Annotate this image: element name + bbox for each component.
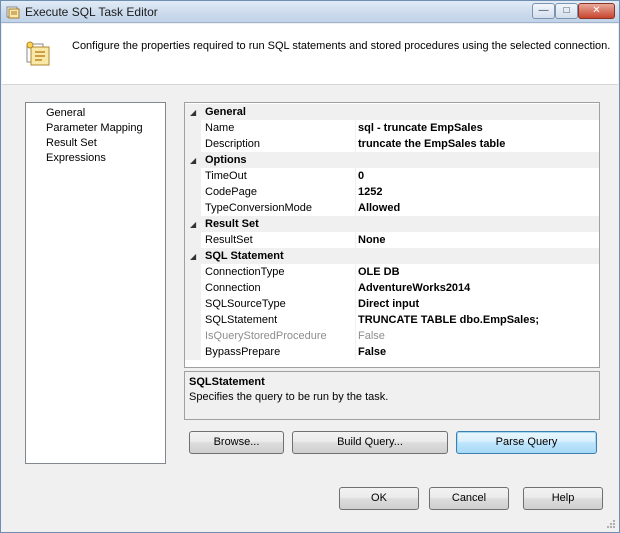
property-value[interactable]: OLE DB	[358, 266, 400, 278]
property-row-description[interactable]: Description truncate the EmpSales table	[185, 136, 599, 152]
property-name: BypassPrepare	[205, 346, 281, 358]
category-general[interactable]: ◢ General	[185, 104, 599, 120]
row-gutter	[185, 184, 201, 200]
row-gutter	[185, 296, 201, 312]
property-value: False	[358, 330, 385, 342]
property-name: ConnectionType	[205, 266, 285, 278]
property-value[interactable]: None	[358, 234, 386, 246]
nav-item-result-set[interactable]: Result Set	[46, 136, 97, 150]
property-name: SQLStatement	[205, 314, 278, 326]
sql-task-icon	[26, 41, 50, 66]
property-row-connectiontype[interactable]: ConnectionType OLE DB	[185, 264, 599, 280]
minimize-button[interactable]: —	[532, 3, 555, 19]
property-value[interactable]: TRUNCATE TABLE dbo.EmpSales;	[358, 314, 539, 326]
category-label: Options	[205, 154, 247, 166]
property-name: Description	[205, 138, 261, 150]
category-label: SQL Statement	[205, 250, 284, 262]
cancel-button[interactable]: Cancel	[429, 487, 509, 510]
property-name: SQLSourceType	[205, 298, 286, 310]
column-separator	[355, 168, 356, 184]
property-value[interactable]: Direct input	[358, 298, 419, 310]
category-options[interactable]: ◢ Options	[185, 152, 599, 168]
category-sql-statement[interactable]: ◢ SQL Statement	[185, 248, 599, 264]
collapse-icon[interactable]: ◢	[190, 156, 196, 165]
column-separator	[355, 296, 356, 312]
property-value[interactable]: Allowed	[358, 202, 400, 214]
property-row-bypassprepare[interactable]: BypassPrepare False	[185, 344, 599, 360]
property-name: TimeOut	[205, 170, 247, 182]
property-value[interactable]: truncate the EmpSales table	[358, 138, 505, 150]
parse-query-button[interactable]: Parse Query	[456, 431, 597, 454]
close-button[interactable]: ✕	[578, 3, 615, 19]
column-separator	[355, 328, 356, 344]
property-value[interactable]: AdventureWorks2014	[358, 282, 470, 294]
property-row-typeconversionmode[interactable]: TypeConversionMode Allowed	[185, 200, 599, 216]
title-bar[interactable]: Execute SQL Task Editor — □ ✕	[1, 1, 619, 23]
column-separator	[355, 136, 356, 152]
column-separator	[355, 184, 356, 200]
help-button[interactable]: Help	[523, 487, 603, 510]
property-name: Name	[205, 122, 235, 134]
property-row-isquerystoredprocedure: IsQueryStoredProcedure False	[185, 328, 599, 344]
header-banner: Configure the properties required to run…	[2, 24, 618, 85]
category-label: General	[205, 106, 246, 118]
property-value[interactable]: False	[358, 346, 386, 358]
category-result-set[interactable]: ◢ Result Set	[185, 216, 599, 232]
property-row-connection[interactable]: Connection AdventureWorks2014	[185, 280, 599, 296]
property-name: IsQueryStoredProcedure	[205, 330, 327, 342]
property-row-timeout[interactable]: TimeOut 0	[185, 168, 599, 184]
category-label: Result Set	[205, 218, 259, 230]
property-name: ResultSet	[205, 234, 253, 246]
description-text: Specifies the query to be run by the tas…	[189, 391, 389, 403]
row-gutter	[185, 232, 201, 248]
row-gutter	[185, 280, 201, 296]
row-gutter	[185, 264, 201, 280]
maximize-button[interactable]: □	[555, 3, 578, 19]
column-separator	[355, 200, 356, 216]
task-editor-icon	[6, 6, 20, 19]
column-separator	[355, 280, 356, 296]
nav-item-general[interactable]: General	[46, 106, 85, 120]
property-name: Connection	[205, 282, 261, 294]
nav-item-parameter-mapping[interactable]: Parameter Mapping	[46, 121, 143, 135]
row-gutter	[185, 168, 201, 184]
column-separator	[355, 264, 356, 280]
property-row-sqlstatement[interactable]: SQLStatement TRUNCATE TABLE dbo.EmpSales…	[185, 312, 599, 328]
execute-sql-task-editor-window: Execute SQL Task Editor — □ ✕ Configure …	[0, 0, 620, 533]
property-value[interactable]: sql - truncate EmpSales	[358, 122, 483, 134]
ok-button[interactable]: OK	[339, 487, 419, 510]
property-grid: ◢ General Name sql - truncate EmpSales D…	[184, 102, 600, 368]
property-name: CodePage	[205, 186, 257, 198]
row-gutter	[185, 328, 201, 344]
collapse-icon[interactable]: ◢	[190, 108, 196, 117]
property-row-codepage[interactable]: CodePage 1252	[185, 184, 599, 200]
column-separator	[355, 344, 356, 360]
row-gutter	[185, 200, 201, 216]
build-query-button[interactable]: Build Query...	[292, 431, 448, 454]
window-title: Execute SQL Task Editor	[25, 5, 158, 19]
property-row-resultset[interactable]: ResultSet None	[185, 232, 599, 248]
property-value[interactable]: 1252	[358, 186, 382, 198]
property-row-sqlsourcetype[interactable]: SQLSourceType Direct input	[185, 296, 599, 312]
column-separator	[355, 232, 356, 248]
description-title: SQLStatement	[189, 376, 265, 388]
property-description-panel: SQLStatement Specifies the query to be r…	[184, 371, 600, 420]
column-separator	[355, 120, 356, 136]
resize-grip-icon[interactable]	[606, 519, 616, 529]
row-gutter	[185, 136, 201, 152]
property-row-name[interactable]: Name sql - truncate EmpSales	[185, 120, 599, 136]
page-navigation-list: General Parameter Mapping Result Set Exp…	[25, 102, 166, 464]
property-value[interactable]: 0	[358, 170, 364, 182]
row-gutter	[185, 120, 201, 136]
collapse-icon[interactable]: ◢	[190, 220, 196, 229]
property-name: TypeConversionMode	[205, 202, 313, 214]
collapse-icon[interactable]: ◢	[190, 252, 196, 261]
nav-item-expressions[interactable]: Expressions	[46, 151, 106, 165]
row-gutter	[185, 344, 201, 360]
column-separator	[355, 312, 356, 328]
browse-button[interactable]: Browse...	[189, 431, 284, 454]
row-gutter	[185, 312, 201, 328]
header-description: Configure the properties required to run…	[72, 40, 611, 52]
